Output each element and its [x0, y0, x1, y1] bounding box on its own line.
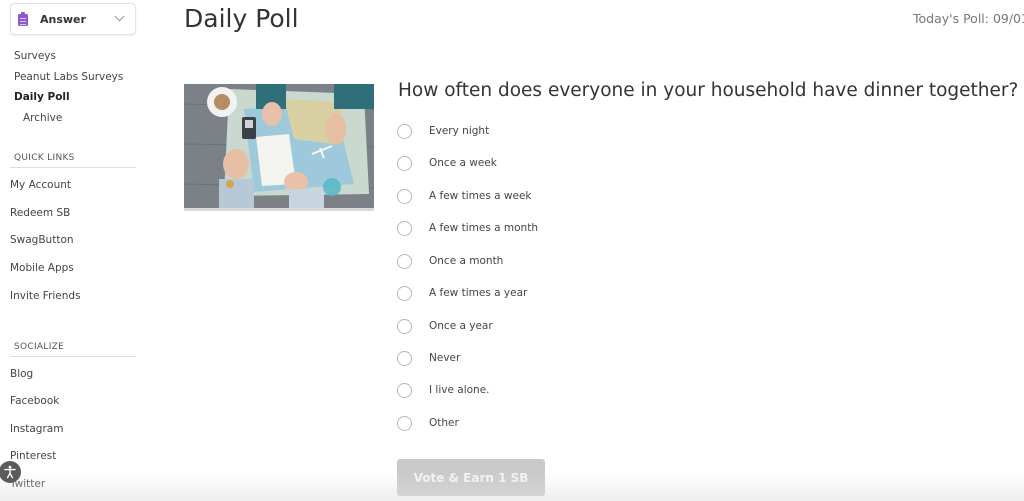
socialize-divider [10, 356, 136, 357]
chevron-down-icon [114, 11, 125, 22]
poll-option[interactable]: A few times a month [397, 218, 538, 238]
sidebar-item-archive[interactable]: Archive [23, 112, 62, 124]
poll-option[interactable]: A few times a year [397, 283, 527, 303]
radio-button[interactable] [397, 123, 412, 139]
sidebar-item-daily-poll[interactable]: Daily Poll [14, 91, 70, 103]
poll-option[interactable]: Other [397, 413, 459, 433]
radio-button[interactable] [397, 253, 412, 269]
sidebar: Answer Surveys Peanut Labs Surveys Daily… [0, 0, 150, 501]
social-link-blog[interactable]: Blog [10, 368, 33, 380]
quick-link-mobile-apps[interactable]: Mobile Apps [10, 262, 74, 274]
social-link-instagram[interactable]: Instagram [10, 423, 63, 435]
option-label: Once a week [429, 157, 497, 169]
option-label: A few times a week [429, 190, 532, 202]
poll-question: How often does everyone in your househol… [398, 80, 1019, 101]
quick-link-invite-friends[interactable]: Invite Friends [10, 290, 81, 302]
poll-option[interactable]: I live alone. [397, 380, 490, 400]
poll-option[interactable]: Once a year [397, 316, 493, 336]
clipboard-icon [18, 12, 28, 26]
radio-button[interactable] [397, 382, 412, 398]
socialize-heading: SOCIALIZE [14, 342, 65, 352]
poll-option[interactable]: Once a month [397, 251, 503, 271]
option-label: I live alone. [429, 384, 490, 396]
radio-button[interactable] [397, 220, 412, 236]
radio-button[interactable] [397, 188, 412, 204]
poll-option[interactable]: A few times a week [397, 186, 532, 206]
accessibility-icon[interactable] [0, 461, 21, 483]
option-label: A few times a month [429, 222, 538, 234]
radio-button[interactable] [397, 350, 412, 366]
radio-button[interactable] [397, 415, 412, 431]
quick-links-divider [10, 167, 136, 168]
dropdown-label: Answer [40, 12, 86, 26]
quick-link-swagbutton[interactable]: SwagButton [10, 234, 74, 246]
option-label: Once a year [429, 320, 493, 332]
social-link-pinterest[interactable]: Pinterest [10, 450, 56, 462]
poll-option[interactable]: Never [397, 348, 460, 368]
page-title: Daily Poll [184, 4, 299, 33]
quick-link-redeem-sb[interactable]: Redeem SB [10, 207, 70, 219]
poll-date: Today's Poll: 09/01 [913, 11, 1024, 26]
option-label: Every night [429, 125, 490, 137]
poll-option[interactable]: Once a week [397, 153, 497, 173]
poll-option[interactable]: Every night [397, 121, 489, 141]
quick-links-heading: QUICK LINKS [14, 153, 75, 163]
option-label: Other [429, 417, 459, 429]
radio-button[interactable] [397, 155, 412, 171]
travel-planning-photo [184, 84, 374, 211]
radio-button[interactable] [397, 318, 412, 334]
quick-link-my-account[interactable]: My Account [10, 179, 71, 191]
option-label: Once a month [429, 255, 504, 267]
vote-button[interactable]: Vote & Earn 1 SB [397, 459, 545, 496]
answer-dropdown[interactable]: Answer [10, 3, 136, 35]
social-link-facebook[interactable]: Facebook [10, 395, 59, 407]
sidebar-item-peanut-labs-surveys[interactable]: Peanut Labs Surveys [14, 71, 123, 83]
option-label: A few times a year [429, 287, 528, 299]
poll-image [184, 84, 374, 211]
option-label: Never [429, 352, 461, 364]
sidebar-item-surveys[interactable]: Surveys [14, 50, 56, 62]
radio-button[interactable] [397, 285, 412, 301]
